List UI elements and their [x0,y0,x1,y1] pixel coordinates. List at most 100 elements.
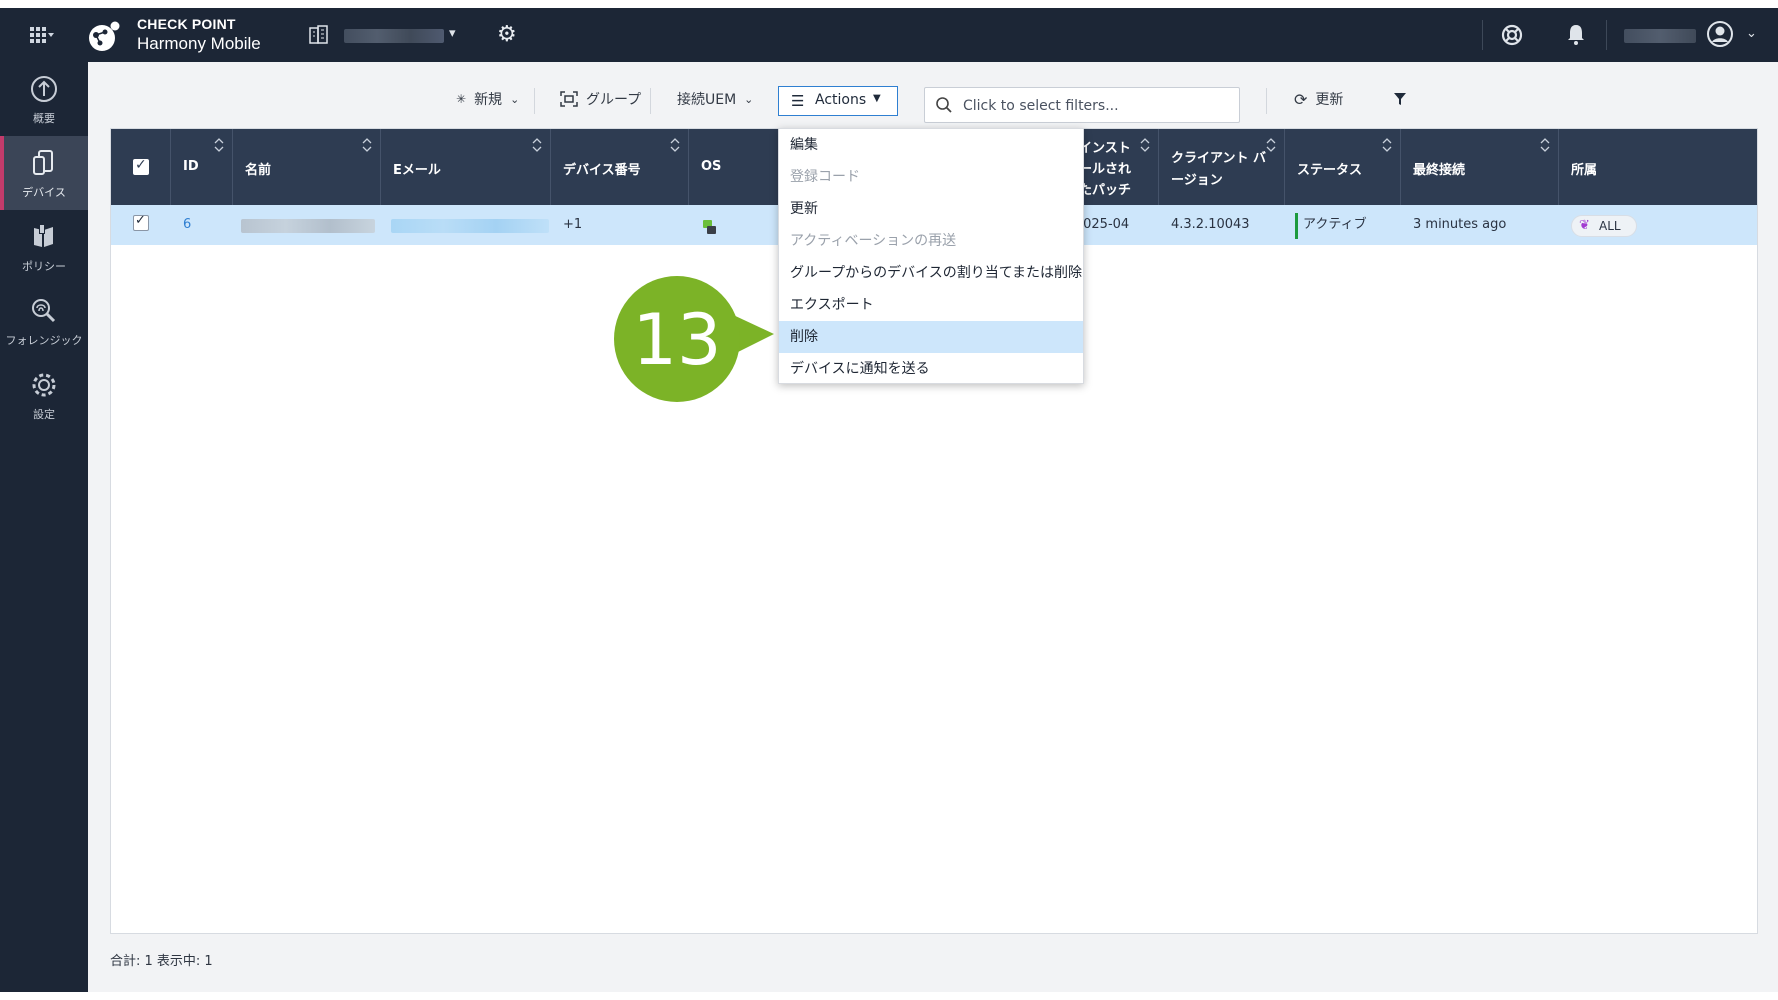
sidebar-item-overview[interactable]: 概要 [0,62,88,136]
menu-item-send-notification[interactable]: デバイスに通知を送る [779,353,1083,385]
column-header-last-connected[interactable]: 最終接続 [1401,129,1559,205]
column-label: 最終接続 [1413,163,1466,178]
android-os-icon [703,220,716,234]
menu-item-resend-activation: アクティベーションの再送 [790,233,957,249]
actions-label: Actions [815,92,867,108]
column-header-id[interactable]: ID [171,129,233,205]
app-frame: CHECK POINT Harmony Mobile ▾ ⚙ ⌄ 概要 デバイス… [0,8,1778,992]
sidebar-item-policy[interactable]: ポリシー [0,210,88,284]
refresh-button[interactable]: ⟳ 更新 [1294,84,1343,114]
lotus-icon: ❦ [1579,218,1590,233]
actions-dropdown-button[interactable]: ☰ Actions ▼ [778,86,898,116]
top-bar: CHECK POINT Harmony Mobile ▾ ⚙ ⌄ [0,8,1778,62]
divider [1266,88,1267,114]
table-summary: 合計: 1 表示中: 1 [110,954,213,969]
refresh-icon: ⟳ [1294,89,1308,109]
device-number: +1 [563,217,583,232]
email-redacted [391,219,549,233]
column-header-name[interactable]: 名前 [233,129,381,205]
gear-icon [32,373,56,397]
last-connected: 3 minutes ago [1413,217,1507,232]
caret-down-icon: ▼ [873,93,881,104]
column-header-client-version[interactable]: クライアント バ ージョン [1159,129,1285,205]
column-header-device-number[interactable]: デバイス番号 [551,129,689,205]
sidebar-item-settings[interactable]: 設定 [0,358,88,432]
filter-input[interactable] [963,96,1223,116]
arrow-up-circle-icon [31,76,57,102]
column-header-status[interactable]: ステータス [1285,129,1401,205]
sidebar-item-label: デバイス [22,186,66,199]
status-indicator [1295,213,1298,239]
device-id-link[interactable]: 6 [183,205,191,245]
column-header-group[interactable]: 所属 [1559,129,1757,205]
column-label: デバイス番号 [563,163,641,178]
menu-lines-icon: ☰ [791,92,805,110]
menu-item-registration-code: 登録コード [790,169,860,185]
sort-icon [1140,138,1150,152]
column-header-email[interactable]: Eメール [381,129,551,205]
chevron-down-icon[interactable]: ▾ [449,26,456,41]
sidebar-item-label: ポリシー [22,260,66,273]
product-name: Harmony Mobile [137,34,261,53]
bell-icon[interactable] [1565,22,1587,46]
building-icon[interactable] [308,25,330,45]
column-header-patch[interactable]: インスト ールされ たパッチ [1079,129,1159,205]
divider [534,88,535,114]
step-callout-badge: 13 [614,276,774,402]
user-name-redacted[interactable] [1624,29,1696,43]
column-label: たパッチ [1079,183,1132,198]
column-label: Eメール [393,163,441,178]
brand-name: CHECK POINT [137,16,236,32]
header-select-all[interactable]: ✓ [111,129,171,205]
policy-book-icon [34,225,53,247]
device-name-redacted [241,219,375,233]
divider [650,88,651,114]
select-all-checkbox[interactable]: ✓ [133,157,149,175]
group-button[interactable]: グループ [560,84,641,114]
check-icon: ✓ [135,157,147,173]
gear-icon[interactable]: ⚙ [497,22,517,47]
sidebar-item-forensics[interactable]: フォレンジック [0,284,88,358]
installed-patch: .025-04 [1079,217,1130,232]
tenant-name-redacted[interactable] [344,29,444,43]
user-avatar-icon[interactable] [1706,20,1734,48]
sort-icon [214,138,224,152]
sidebar-item-devices[interactable]: デバイス [0,136,88,210]
help-lifebuoy-icon[interactable] [1500,23,1524,47]
check-icon: ✓ [135,213,146,228]
new-button-label: 新規 [474,92,503,108]
sort-icon [1382,138,1392,152]
connect-uem-button[interactable]: 接続UEM ⌄ [677,84,753,114]
actions-menu: 編集 登録コード 更新 アクティベーションの再送 グループからのデバイスの割り当… [778,128,1084,384]
menu-item-edit[interactable]: 編集 [779,129,1083,161]
menu-item-export[interactable]: エクスポート [779,289,1083,321]
sort-icon [362,138,372,152]
column-label: ステータス [1297,163,1363,178]
divider [1606,20,1607,50]
new-button[interactable]: ✳ 新規 ⌄ [456,84,519,114]
app-grid-icon[interactable] [30,25,54,45]
column-label: クライアント バ [1171,151,1267,166]
column-label: 所属 [1571,163,1598,178]
group-badge[interactable]: ❦ ALL [1571,215,1637,237]
menu-item-update[interactable]: 更新 [779,193,1083,225]
group-select-icon [560,91,578,107]
filter-funnel-button[interactable] [1394,84,1406,114]
group-button-label: グループ [586,92,642,108]
menu-item-assign-group[interactable]: グループからのデバイスの割り当てまたは削除 [779,257,1083,289]
step-number: 13 [632,299,721,381]
sidebar-item-label: 概要 [33,112,55,125]
row-checkbox[interactable]: ✓ [133,213,149,231]
filter-field[interactable] [924,87,1240,123]
client-version: 4.3.2.10043 [1171,217,1250,232]
sidebar: 概要 デバイス ポリシー フォレンジック 設定 [0,62,88,992]
chevron-down-icon: ⌄ [744,92,754,106]
sort-icon [1266,138,1276,152]
column-label: ールされ [1079,162,1132,177]
menu-item-delete[interactable]: 削除 [779,321,1083,353]
fingerprint-search-icon [32,299,56,323]
sort-icon [1540,138,1550,152]
column-label: ID [183,159,199,174]
column-label: OS [701,159,722,174]
chevron-down-icon[interactable]: ⌄ [1746,26,1757,41]
